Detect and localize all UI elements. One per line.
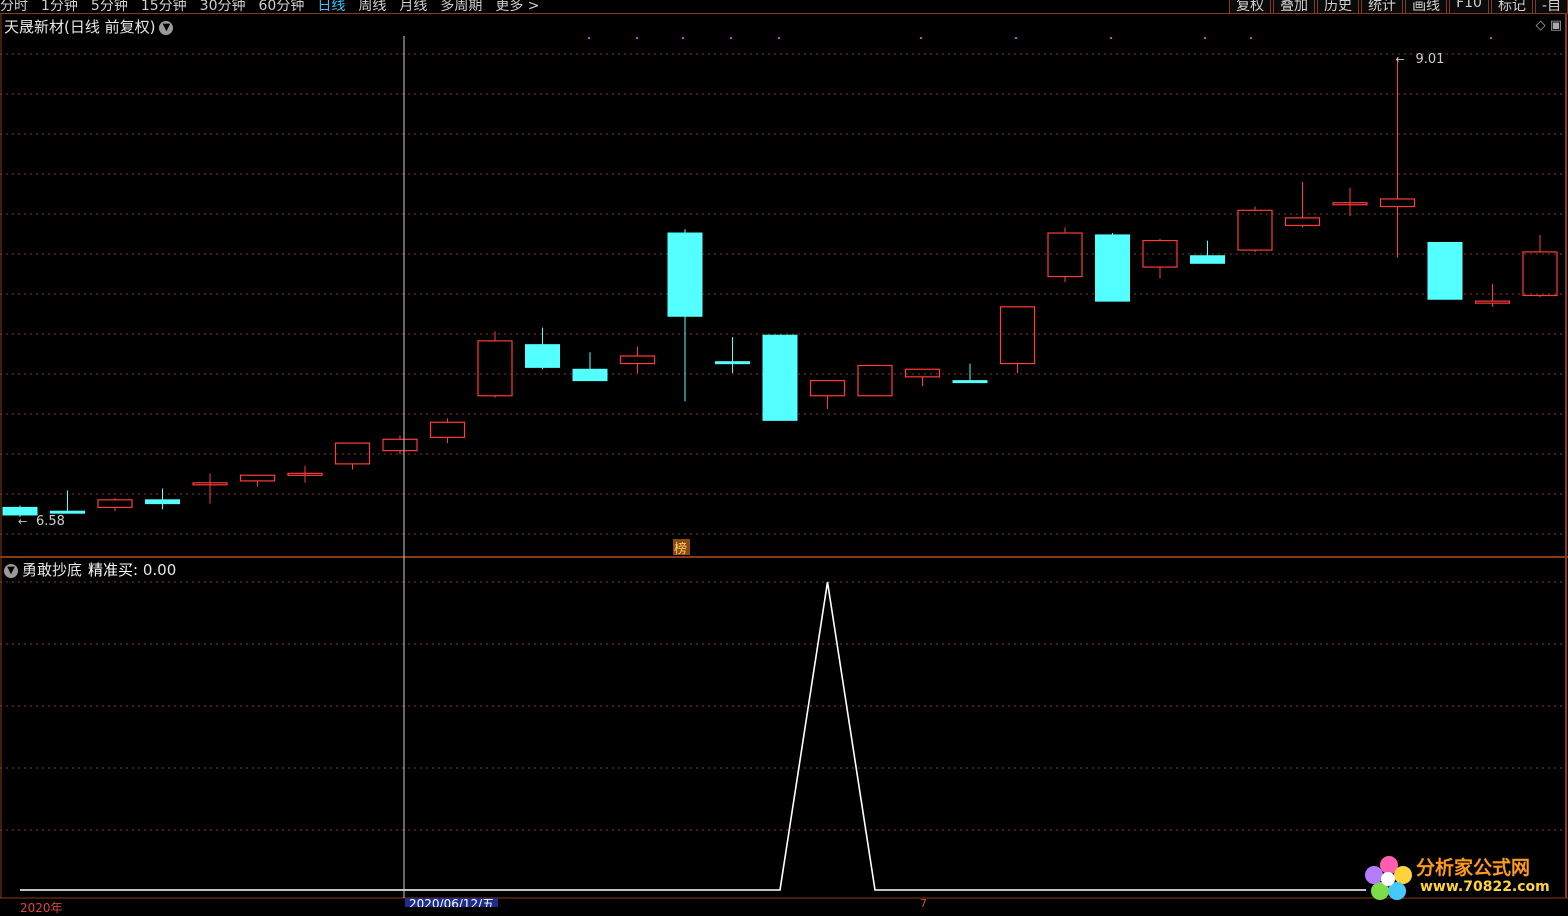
- indicator-line-label: 精准买:: [88, 561, 139, 579]
- candle-body: [1095, 234, 1130, 302]
- candlestick: [1522, 234, 1558, 298]
- candlestick: [145, 488, 180, 510]
- stock-title: 天晟新材(日线 前复权): [4, 18, 156, 36]
- candlestick: [239, 474, 276, 487]
- candlestick: [97, 497, 133, 512]
- candle-body: [97, 499, 133, 509]
- candle-body: [334, 442, 371, 465]
- timeline-marker: 7: [920, 897, 927, 907]
- event-marker: [1250, 37, 1252, 39]
- event-marker: [920, 37, 922, 39]
- event-marker: [636, 37, 638, 39]
- candlestick: [1332, 187, 1368, 216]
- candle-body: [809, 380, 846, 397]
- candle-body: [715, 361, 750, 365]
- candle-body: [1474, 300, 1511, 304]
- chevron-down-icon[interactable]: ▼: [4, 563, 18, 578]
- event-marker: [1015, 37, 1017, 39]
- candlestick: [334, 442, 371, 470]
- arrow-icon: ←: [1396, 53, 1405, 66]
- candle-body: [1284, 217, 1321, 227]
- candlestick: [1190, 240, 1225, 264]
- event-marker: [730, 37, 732, 39]
- candle-body: [382, 438, 418, 452]
- candlestick: [904, 368, 941, 387]
- high-price-label: 9.01: [1416, 52, 1445, 67]
- price-panel-title: 天晟新材(日线 前复权) ▼: [4, 16, 174, 37]
- event-marker: [1110, 37, 1112, 39]
- candlestick: [477, 331, 513, 398]
- selected-date: 2020/06/12/五: [405, 898, 499, 907]
- event-marker: [778, 37, 780, 39]
- candlestick: [952, 363, 988, 384]
- candle-body: [999, 306, 1036, 365]
- window-icon[interactable]: ▣: [1550, 18, 1562, 33]
- candlestick-series: [2, 57, 1558, 517]
- event-marker: [588, 37, 590, 39]
- flower-logo-icon: [1365, 856, 1412, 900]
- indicator-line-value: 0.00: [142, 561, 177, 579]
- chart-canvas: 9.01 ← 6.58 ← 榜 7: [0, 14, 1568, 907]
- candlestick: [1379, 57, 1416, 258]
- candlestick: [619, 346, 656, 374]
- candle-body: [952, 380, 988, 384]
- event-marker: [1490, 37, 1492, 39]
- chevron-down-icon[interactable]: ▼: [159, 20, 174, 35]
- candlestick: [572, 352, 608, 382]
- candlestick: [1095, 233, 1130, 302]
- rank-badge: 榜: [674, 541, 687, 557]
- arrow-icon: ←: [18, 515, 27, 528]
- candlestick: [1427, 241, 1463, 300]
- event-marker: [1204, 37, 1206, 39]
- candlestick: [1474, 284, 1511, 307]
- candle-body: [667, 232, 703, 317]
- candlestick: [429, 418, 466, 444]
- watermark-url: www.70822.com: [1420, 879, 1550, 895]
- candle-body: [1237, 209, 1273, 251]
- candlestick: [382, 435, 418, 455]
- event-marker: [682, 37, 684, 39]
- candlestick: [1284, 181, 1321, 228]
- candlestick: [857, 364, 893, 397]
- candlestick: [715, 337, 750, 374]
- indicator-panel-title: ▼ 勇敢抄底 精准买: 0.00: [4, 559, 176, 580]
- candlestick: [809, 380, 846, 409]
- candlestick: [1142, 238, 1178, 279]
- candle-body: [904, 368, 941, 378]
- candle-body: [1427, 241, 1463, 300]
- indicator-line: [20, 581, 1366, 891]
- candle-body: [572, 368, 608, 382]
- candle-body: [429, 421, 466, 438]
- watermark-logo: 分析家公式网 www.70822.com: [1360, 851, 1560, 901]
- candlestick: [287, 465, 323, 483]
- candle-body: [145, 499, 180, 505]
- candle-body: [857, 364, 893, 397]
- low-price-label: 6.58: [36, 514, 65, 529]
- candlestick: [525, 327, 560, 370]
- candle-body: [1522, 251, 1558, 297]
- candle-body: [762, 334, 798, 421]
- candlestick: [667, 229, 703, 402]
- candle-body: [477, 340, 513, 397]
- candlestick: [999, 306, 1036, 374]
- candlestick: [1237, 206, 1273, 252]
- candle-body: [1047, 232, 1083, 278]
- panel-corner-icons: ◇ ▣: [1536, 18, 1562, 33]
- candle-body: [1379, 198, 1416, 208]
- candle-body: [239, 474, 276, 482]
- candlestick: [1047, 227, 1083, 283]
- watermark-name: 分析家公式网: [1416, 857, 1531, 879]
- indicator-name: 勇敢抄底: [22, 561, 83, 579]
- candle-body: [1190, 255, 1225, 264]
- candle-body: [619, 355, 656, 365]
- year-label: 2020年: [20, 901, 63, 915]
- candle-body: [2, 506, 38, 516]
- candle-body: [525, 344, 560, 368]
- diamond-icon[interactable]: ◇: [1536, 18, 1546, 33]
- candlestick: [192, 473, 228, 504]
- candlestick: [762, 334, 798, 421]
